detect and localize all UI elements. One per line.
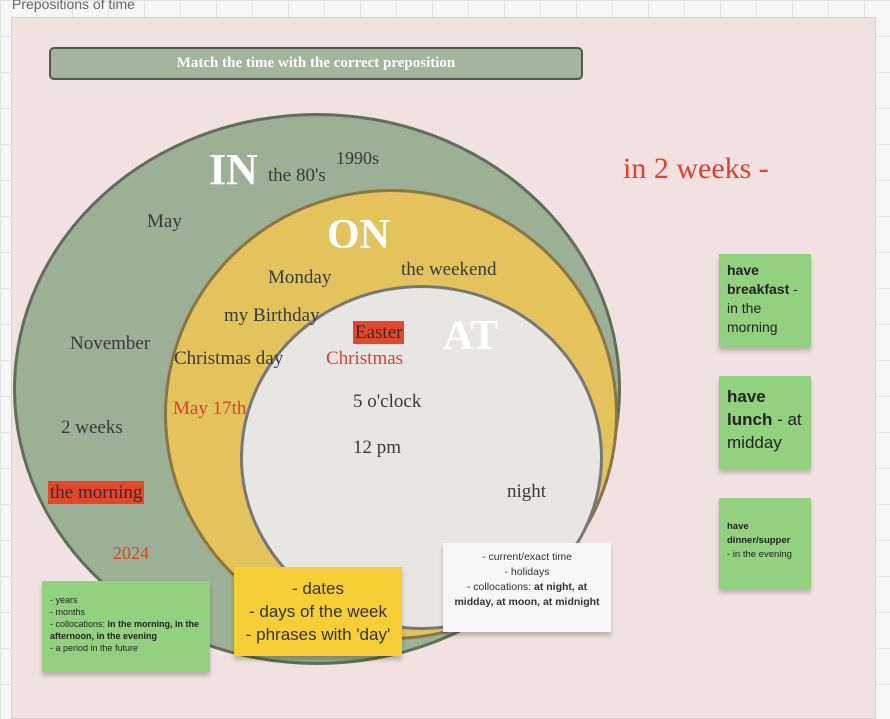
note-bold-text: have breakfast xyxy=(727,262,790,297)
answer-text[interactable]: in 2 weeks - xyxy=(623,154,769,184)
note-bold-text: have lunch xyxy=(727,387,773,429)
word-may-17th[interactable]: May 17th xyxy=(173,399,246,418)
word-5-oclock[interactable]: 5 o'clock xyxy=(353,392,421,411)
word-christmas-day[interactable]: Christmas day xyxy=(174,349,283,368)
frame-title[interactable]: Prepositions of time xyxy=(12,0,135,12)
sticky-note-on-rules[interactable]: - dates - days of the week - phrases wit… xyxy=(234,567,402,656)
word-2024[interactable]: 2024 xyxy=(113,544,149,562)
note-text: - collocations: xyxy=(50,619,108,629)
note-line: - phrases with 'day' xyxy=(245,625,391,644)
note-line: - days of the week xyxy=(249,602,387,621)
note-line: - months xyxy=(50,607,86,617)
word-november[interactable]: November xyxy=(70,334,150,353)
word-the-80s[interactable]: the 80's xyxy=(268,166,326,185)
sticky-note-at-rules[interactable]: - current/exact time - holidays - colloc… xyxy=(443,543,611,632)
word-night[interactable]: night xyxy=(507,482,546,501)
note-line: - collocations: in the morning, in the a… xyxy=(50,618,202,642)
label-in[interactable]: IN xyxy=(209,148,258,192)
note-line: - years xyxy=(50,595,78,605)
sticky-note-lunch[interactable]: have lunch - at midday xyxy=(719,376,811,469)
word-2-weeks[interactable]: 2 weeks xyxy=(61,418,123,437)
sticky-note-dinner[interactable]: have dinner/supper - in the evening xyxy=(719,498,811,589)
instruction-banner[interactable]: Match the time with the correct preposit… xyxy=(49,47,583,80)
sticky-note-breakfast[interactable]: have breakfast - in the morning xyxy=(719,254,811,347)
note-line: - holidays xyxy=(504,566,550,578)
word-1990s[interactable]: 1990s xyxy=(336,149,379,167)
word-monday[interactable]: Monday xyxy=(268,268,331,287)
note-line: - a period in the future xyxy=(50,643,139,653)
label-on[interactable]: ON xyxy=(327,214,390,256)
word-the-weekend[interactable]: the weekend xyxy=(401,260,496,279)
word-christmas[interactable]: Christmas xyxy=(326,349,403,368)
word-my-birthday[interactable]: my Birthday xyxy=(224,306,320,325)
word-may[interactable]: May xyxy=(147,212,182,231)
word-the-morning[interactable]: the morning xyxy=(48,481,145,504)
word-easter[interactable]: Easter xyxy=(353,321,405,344)
label-at[interactable]: AT xyxy=(443,315,498,357)
note-text: - in the evening xyxy=(727,549,792,560)
note-line: - collocations: at night, at midday, at … xyxy=(451,580,603,610)
note-text: - collocations: xyxy=(466,581,535,593)
sticky-note-in-rules[interactable]: - years - months - collocations: in the … xyxy=(42,581,210,672)
note-bold-text: have dinner/supper xyxy=(727,521,791,546)
note-line: - current/exact time xyxy=(482,551,572,563)
word-12-pm[interactable]: 12 pm xyxy=(353,438,401,457)
note-line: - dates xyxy=(292,579,344,598)
